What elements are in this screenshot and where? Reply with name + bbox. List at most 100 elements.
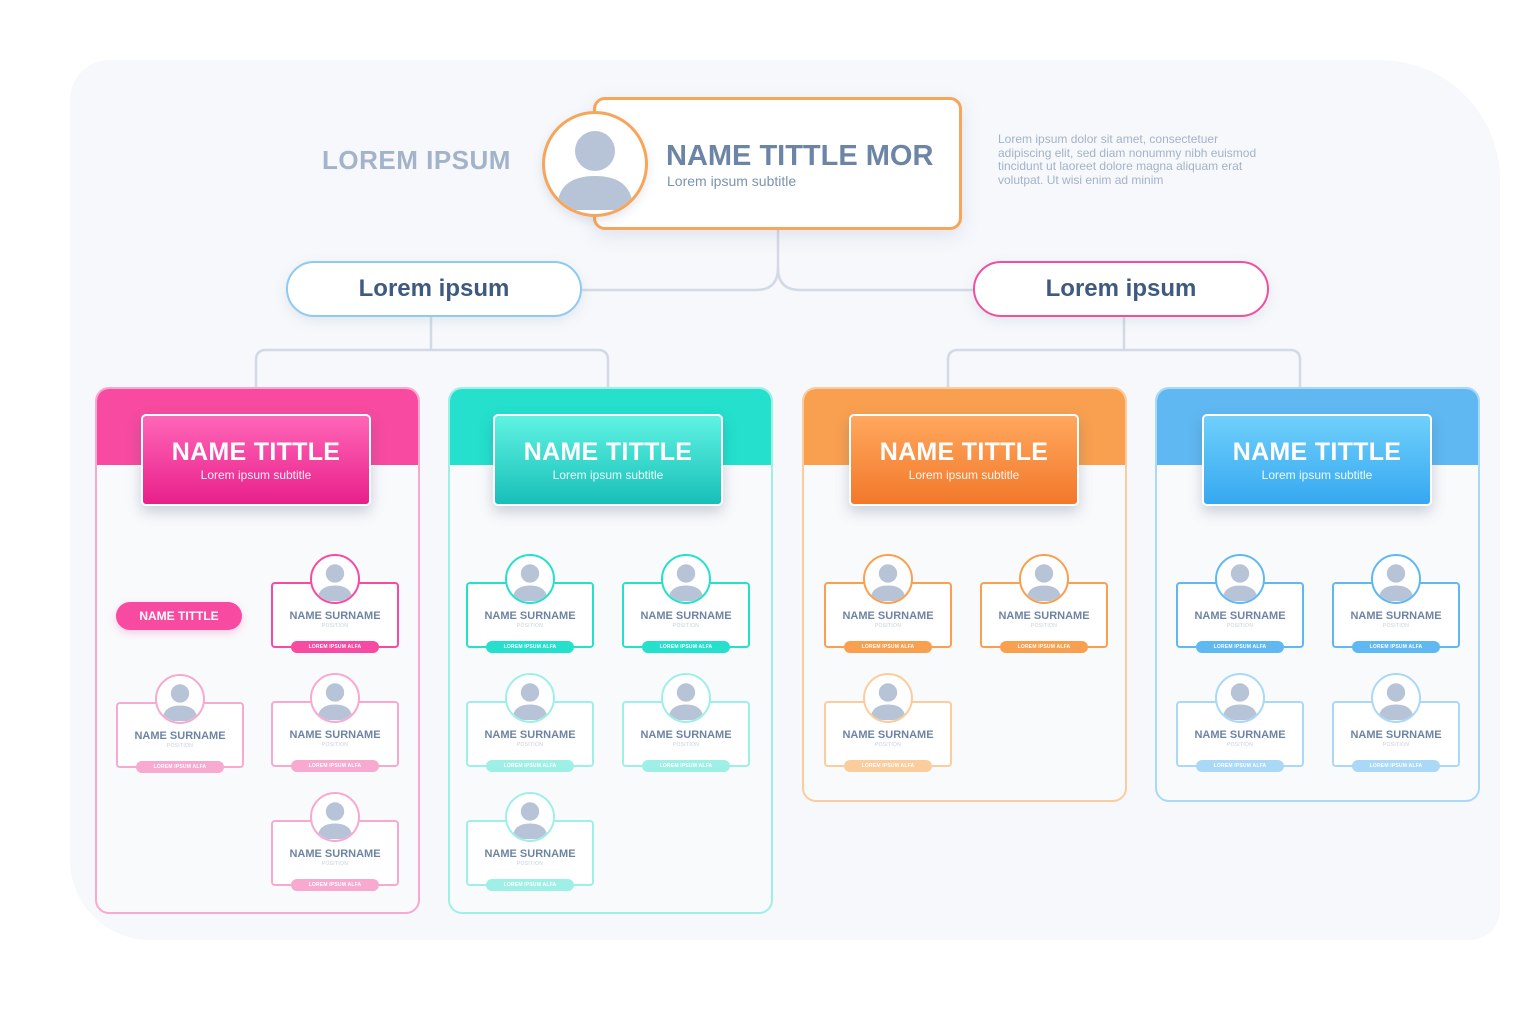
branch-pill-right[interactable]: Lorem ipsum xyxy=(973,261,1269,317)
top-person-subtitle: Lorem ipsum subtitle xyxy=(667,173,797,189)
person-name: NAME SURNAME xyxy=(842,610,934,622)
person-name: NAME SURNAME xyxy=(1350,610,1442,622)
person-position: POSITION xyxy=(874,742,902,748)
person-badge: LOREM IPSUM ALFA xyxy=(291,760,379,772)
person-name: NAME SURNAME xyxy=(1194,610,1286,622)
person-position: POSITION xyxy=(516,742,544,748)
user-avatar-icon xyxy=(317,802,353,840)
person-avatar xyxy=(661,673,711,723)
person-position: POSITION xyxy=(321,861,349,867)
user-avatar-icon xyxy=(1378,564,1414,602)
department-subtitle: Lorem ipsum subtitle xyxy=(1261,468,1373,482)
department-card-pink[interactable]: NAME TITTLE Lorem ipsum subtitle xyxy=(141,414,371,506)
person-position: POSITION xyxy=(516,623,544,629)
person-position: POSITION xyxy=(1030,623,1058,629)
department-card-teal[interactable]: NAME TITTLE Lorem ipsum subtitle xyxy=(493,414,723,506)
person-position: POSITION xyxy=(672,742,700,748)
person-name: NAME SURNAME xyxy=(1194,729,1286,741)
department-title: NAME TITTLE xyxy=(171,438,341,466)
user-avatar-icon xyxy=(1026,564,1062,602)
user-avatar-icon xyxy=(870,683,906,721)
user-avatar-icon xyxy=(512,802,548,840)
user-avatar-icon xyxy=(1222,564,1258,602)
user-avatar-icon xyxy=(162,684,198,722)
department-subtitle: Lorem ipsum subtitle xyxy=(908,468,1020,482)
section-title: LOREM IPSUM xyxy=(322,145,511,175)
person-avatar xyxy=(661,554,711,604)
person-avatar xyxy=(310,792,360,842)
user-avatar-icon xyxy=(668,564,704,602)
person-position: POSITION xyxy=(672,623,700,629)
person-position: POSITION xyxy=(1226,623,1254,629)
person-name: NAME SURNAME xyxy=(289,729,381,741)
person-position: POSITION xyxy=(321,623,349,629)
person-badge: LOREM IPSUM ALFA xyxy=(1196,641,1284,653)
description-paragraph: Lorem ipsum dolor sit amet, consectetuer… xyxy=(998,132,1257,187)
person-position: POSITION xyxy=(874,623,902,629)
person-name: NAME SURNAME xyxy=(484,848,576,860)
top-person-name: NAME TITTLE MOR xyxy=(666,140,934,172)
person-name: NAME SURNAME xyxy=(289,610,381,622)
person-position: POSITION xyxy=(1382,742,1410,748)
person-avatar xyxy=(505,554,555,604)
person-position: POSITION xyxy=(516,861,544,867)
person-avatar xyxy=(505,673,555,723)
sub-title-pill[interactable]: NAME TITTLE xyxy=(116,602,242,630)
person-avatar xyxy=(155,674,205,724)
department-title: NAME TITTLE xyxy=(523,438,693,466)
person-avatar xyxy=(310,554,360,604)
department-card-orange[interactable]: NAME TITTLE Lorem ipsum subtitle xyxy=(849,414,1079,506)
person-avatar xyxy=(1215,554,1265,604)
person-avatar xyxy=(1019,554,1069,604)
person-badge: LOREM IPSUM ALFA xyxy=(486,641,574,653)
top-person-avatar xyxy=(542,111,648,217)
person-badge: LOREM IPSUM ALFA xyxy=(844,760,932,772)
person-badge: LOREM IPSUM ALFA xyxy=(642,760,730,772)
person-name: NAME SURNAME xyxy=(484,729,576,741)
person-avatar xyxy=(505,792,555,842)
department-subtitle: Lorem ipsum subtitle xyxy=(552,468,664,482)
user-avatar-icon xyxy=(1378,683,1414,721)
person-name: NAME SURNAME xyxy=(640,610,732,622)
person-avatar xyxy=(1215,673,1265,723)
user-avatar-icon xyxy=(557,131,633,210)
person-badge: LOREM IPSUM ALFA xyxy=(486,879,574,891)
person-badge: LOREM IPSUM ALFA xyxy=(844,641,932,653)
user-avatar-icon xyxy=(512,564,548,602)
person-badge: LOREM IPSUM ALFA xyxy=(1196,760,1284,772)
person-avatar xyxy=(310,673,360,723)
department-subtitle: Lorem ipsum subtitle xyxy=(200,468,312,482)
branch-label-right: Lorem ipsum xyxy=(1045,275,1197,302)
person-badge: LOREM IPSUM ALFA xyxy=(486,760,574,772)
user-avatar-icon xyxy=(317,683,353,721)
person-position: POSITION xyxy=(1226,742,1254,748)
person-avatar xyxy=(1371,554,1421,604)
branch-label-left: Lorem ipsum xyxy=(358,275,510,302)
person-badge: LOREM IPSUM ALFA xyxy=(642,641,730,653)
top-person-card[interactable]: NAME TITTLE MOR Lorem ipsum subtitle xyxy=(593,97,962,230)
person-badge: LOREM IPSUM ALFA xyxy=(1352,641,1440,653)
branch-pill-left[interactable]: Lorem ipsum xyxy=(286,261,582,317)
user-avatar-icon xyxy=(512,683,548,721)
user-avatar-icon xyxy=(1222,683,1258,721)
person-badge: LOREM IPSUM ALFA xyxy=(136,761,224,773)
person-name: NAME SURNAME xyxy=(1350,729,1442,741)
person-name: NAME SURNAME xyxy=(484,610,576,622)
user-avatar-icon xyxy=(870,564,906,602)
department-title: NAME TITTLE xyxy=(879,438,1049,466)
person-avatar xyxy=(1371,673,1421,723)
person-name: NAME SURNAME xyxy=(289,848,381,860)
person-avatar xyxy=(863,673,913,723)
person-position: POSITION xyxy=(166,743,194,749)
person-name: NAME SURNAME xyxy=(842,729,934,741)
person-name: NAME SURNAME xyxy=(640,729,732,741)
person-name: NAME SURNAME xyxy=(998,610,1090,622)
person-badge: LOREM IPSUM ALFA xyxy=(291,641,379,653)
user-avatar-icon xyxy=(668,683,704,721)
person-position: POSITION xyxy=(1382,623,1410,629)
person-badge: LOREM IPSUM ALFA xyxy=(1000,641,1088,653)
person-badge: LOREM IPSUM ALFA xyxy=(1352,760,1440,772)
person-name: NAME SURNAME xyxy=(134,730,226,742)
department-card-blue[interactable]: NAME TITTLE Lorem ipsum subtitle xyxy=(1202,414,1432,506)
user-avatar-icon xyxy=(317,564,353,602)
